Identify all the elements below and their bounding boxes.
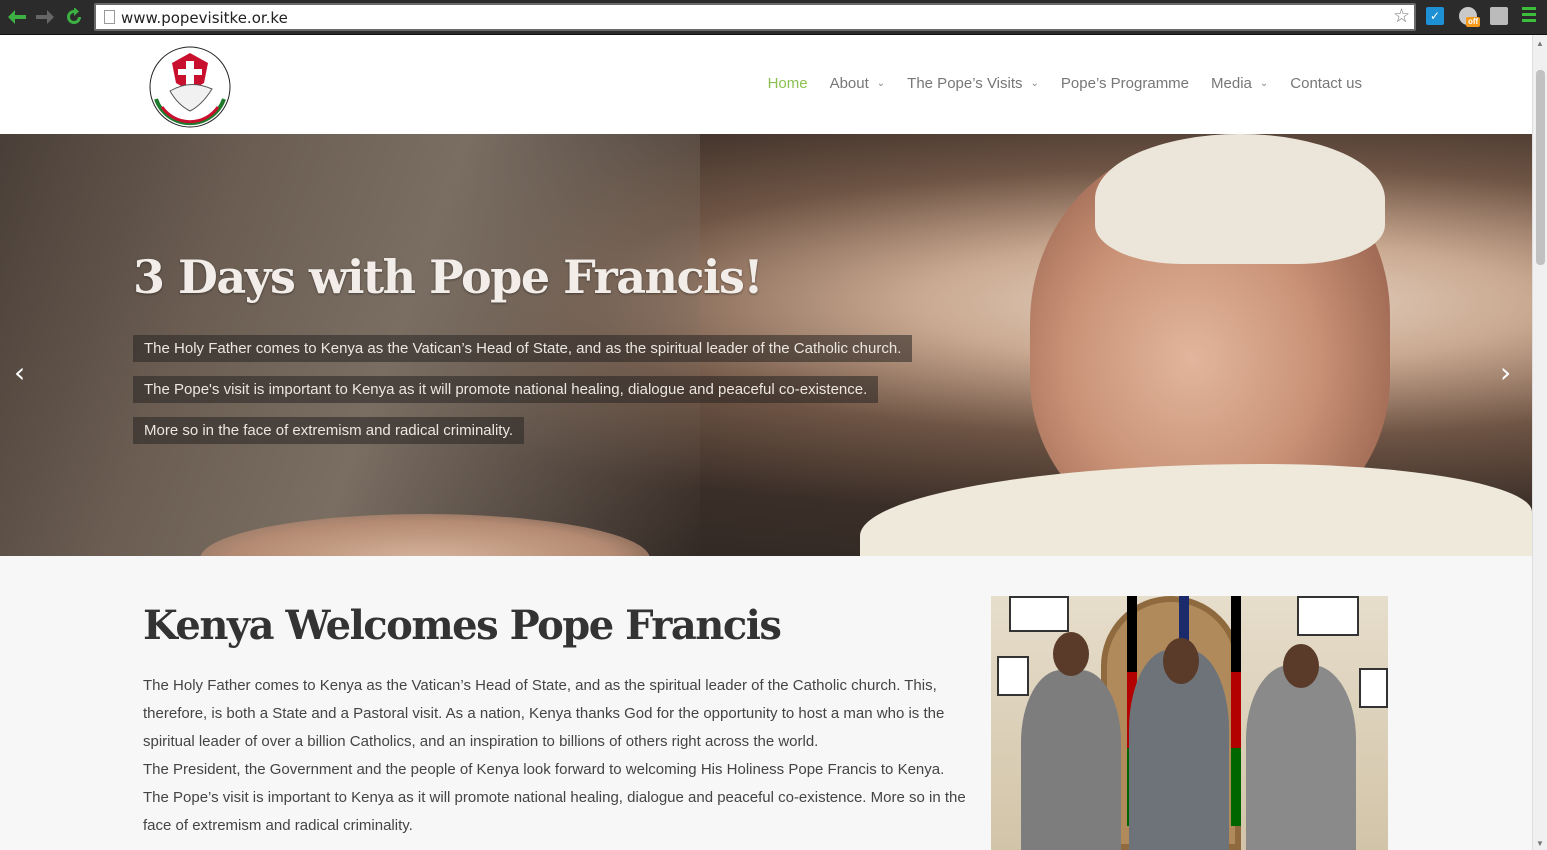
site-header: Home About ⌄ The Pope’s Visits ⌄ Pope’s Pr… (0, 35, 1532, 134)
pages-extension-icon[interactable] (1490, 7, 1508, 25)
nav-label: About (829, 75, 869, 92)
slider-prev-arrow-icon[interactable]: ‹ (14, 358, 25, 388)
nav-label: Contact us (1290, 75, 1362, 92)
nav-item-home[interactable]: Home (768, 75, 808, 92)
browser-toolbar: www.popevisitke.or.ke ☆ ✓ off (0, 0, 1547, 35)
nav-label: Media (1211, 75, 1252, 92)
scroll-up-icon[interactable]: ▲ (1536, 39, 1544, 48)
chevron-down-icon: ⌄ (1259, 78, 1269, 89)
robot-extension-icon[interactable]: off (1459, 7, 1481, 27)
back-arrow-icon (8, 10, 26, 24)
logo-emblem (149, 46, 231, 128)
hero-cassock-image (860, 464, 1532, 556)
hero-zucchetto-image (1095, 134, 1385, 264)
main-navigation: Home About ⌄ The Pope’s Visits ⌄ Pope’s Pr… (768, 75, 1362, 92)
hero-caption-line: The Pope's visit is important to Kenya a… (133, 376, 879, 403)
menu-icon[interactable] (1522, 7, 1536, 25)
hero-title: 3 Days with Pope Francis! (133, 250, 764, 304)
extension-badge: off (1466, 17, 1481, 27)
nav-label: Home (767, 75, 808, 92)
nav-item-popes-visits[interactable]: The Pope’s Visits ⌄ (907, 75, 1039, 92)
site-logo[interactable] (142, 41, 238, 129)
scroll-thumb[interactable] (1536, 70, 1545, 265)
nav-item-popes-programme[interactable]: Pope’s Programme (1061, 75, 1189, 92)
forward-button[interactable] (34, 6, 56, 28)
content-paragraph: The Holy Father comes to Kenya as the Va… (143, 677, 945, 750)
nav-item-media[interactable]: Media ⌄ (1211, 75, 1268, 92)
hero-caption-line: The Holy Father comes to Kenya as the Va… (133, 335, 913, 362)
hero-slider: 3 Days with Pope Francis! The Holy Fathe… (0, 134, 1532, 556)
reload-icon (67, 8, 81, 24)
page-scrollbar[interactable]: ▲ ▼ (1532, 35, 1547, 850)
forward-arrow-icon (36, 10, 54, 24)
nav-item-contact-us[interactable]: Contact us (1290, 75, 1362, 92)
page-icon (104, 10, 115, 24)
bookmark-star-icon[interactable]: ☆ (1393, 6, 1410, 28)
nav-label: Pope’s Programme (1060, 75, 1190, 92)
scroll-down-icon[interactable]: ▼ (1536, 839, 1544, 848)
back-button[interactable] (6, 6, 28, 28)
checkmark-extension-icon[interactable]: ✓ (1426, 7, 1444, 25)
group-photo (991, 596, 1388, 850)
hero-caption-line: More so in the face of extremism and rad… (133, 417, 525, 444)
url-text[interactable]: www.popevisitke.or.ke (121, 9, 288, 27)
nav-item-about[interactable]: About ⌄ (830, 75, 886, 92)
content-paragraph: The President, the Government and the pe… (143, 761, 966, 834)
reload-button[interactable] (63, 6, 85, 28)
main-content: Kenya Welcomes Pope Francis The Holy Fat… (0, 556, 1532, 850)
chevron-down-icon: ⌄ (1030, 78, 1039, 89)
content-body: The Holy Father comes to Kenya as the Va… (143, 672, 973, 840)
address-bar[interactable]: www.popevisitke.or.ke ☆ (94, 3, 1416, 31)
content-title: Kenya Welcomes Pope Francis (143, 602, 782, 649)
chevron-down-icon: ⌄ (876, 78, 886, 89)
slider-next-arrow-icon[interactable]: › (1500, 358, 1511, 388)
nav-label: The Pope’s Visits (907, 75, 1023, 92)
